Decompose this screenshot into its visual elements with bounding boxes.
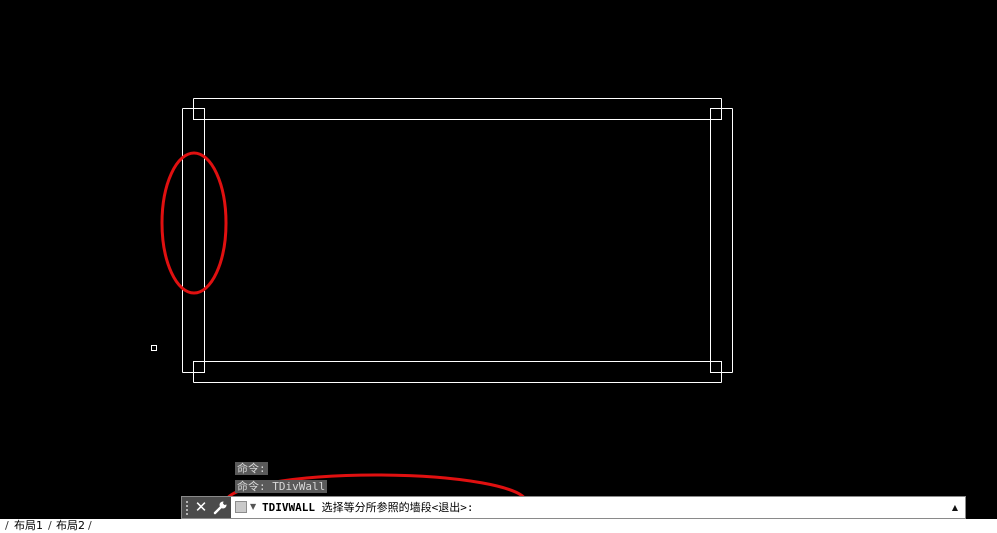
command-keyword: TDIVWALL bbox=[262, 501, 315, 514]
command-history-line: 命令: TDivWall bbox=[235, 480, 328, 493]
chevron-up-icon[interactable]: ▲ bbox=[949, 497, 961, 518]
annotation-ellipse-left-wall bbox=[160, 151, 228, 295]
drag-grip-handle[interactable] bbox=[185, 500, 189, 515]
tab-layout-2[interactable]: 布局2 bbox=[56, 519, 85, 533]
tab-divider: / bbox=[88, 519, 92, 532]
command-line-toolstrip: ✕ bbox=[182, 497, 231, 518]
command-prompt-icon[interactable] bbox=[235, 501, 247, 513]
tab-layout-1[interactable]: 布局1 bbox=[14, 519, 43, 533]
command-history-line: 命令: bbox=[235, 462, 268, 475]
command-line-bar: ✕ ▼ TDIVWALL 选择等分所参照的墙段<退出>: ▲ bbox=[181, 496, 966, 519]
pickbox-cursor bbox=[151, 345, 157, 351]
corner-joint-top-right bbox=[710, 108, 722, 120]
wall-bottom[interactable] bbox=[193, 361, 722, 383]
wall-left[interactable] bbox=[182, 108, 205, 373]
command-prompt-text: 选择等分所参照的墙段<退出>: bbox=[321, 501, 474, 514]
wall-right[interactable] bbox=[710, 108, 733, 373]
corner-joint-bottom-left bbox=[193, 361, 205, 373]
drawing-canvas[interactable] bbox=[0, 0, 997, 533]
wrench-icon[interactable] bbox=[212, 499, 229, 516]
close-icon[interactable]: ✕ bbox=[193, 498, 209, 517]
tab-divider: / bbox=[5, 519, 9, 532]
layout-tab-bar: / 布局1 / 布局2 / bbox=[0, 519, 997, 533]
tab-divider: / bbox=[48, 519, 52, 532]
autocad-window: 命令: 命令: TDivWall ✕ ▼ TDIVWALL 选择等分所参照的墙段… bbox=[0, 0, 997, 533]
command-input[interactable]: TDIVWALL 选择等分所参照的墙段<退出>: bbox=[262, 497, 942, 518]
corner-joint-bottom-right bbox=[710, 361, 722, 373]
wall-top[interactable] bbox=[193, 98, 722, 120]
corner-joint-top-left bbox=[193, 108, 205, 120]
chevron-down-icon[interactable]: ▼ bbox=[250, 500, 256, 514]
